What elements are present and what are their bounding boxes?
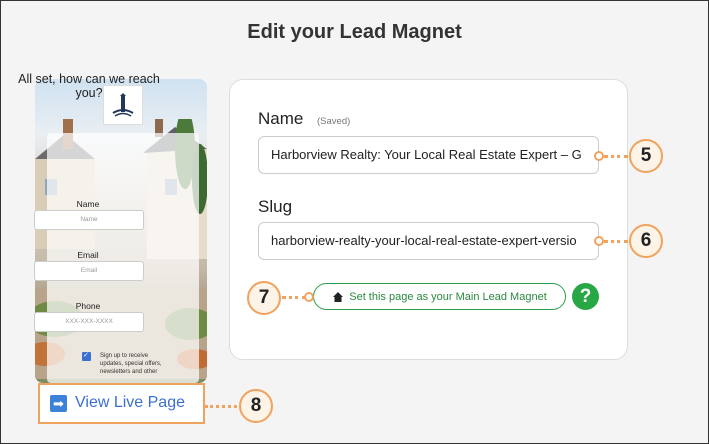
preview-headline: All set, how can we reach you? <box>18 72 160 100</box>
callout-7-anchor <box>304 292 314 302</box>
home-icon <box>333 291 344 302</box>
arrow-right-icon: ➡ <box>50 394 67 412</box>
preview-name-label: Name <box>76 199 100 209</box>
help-icon[interactable]: ? <box>572 283 599 310</box>
page-title: Edit your Lead Magnet <box>247 21 462 43</box>
callout-5-badge: 5 <box>629 139 663 173</box>
slug-label: Slug <box>258 197 293 216</box>
callout-5-connector <box>604 155 628 158</box>
callout-8-badge: 8 <box>239 389 273 423</box>
set-main-lead-magnet-button[interactable]: Set this page as your Main Lead Magnet <box>313 283 566 310</box>
preview-phone-label: Phone <box>75 301 101 311</box>
preview-email-label: Email <box>77 250 99 260</box>
set-main-lead-magnet-label: Set this page as your Main Lead Magnet <box>349 290 547 303</box>
callout-7-connector <box>282 296 306 299</box>
preview-email-input[interactable]: Email <box>34 261 144 281</box>
consent-checkbox[interactable] <box>82 351 91 361</box>
view-live-page-label: View Live Page <box>75 394 185 411</box>
callout-6-badge: 6 <box>629 224 663 258</box>
slug-input[interactable]: harborview-realty-your-local-real-estate… <box>258 222 599 260</box>
callout-5-anchor <box>594 151 604 161</box>
callout-7-badge: 7 <box>247 281 281 315</box>
view-live-page-highlight: ➡ View Live Page <box>38 383 205 424</box>
callout-6-anchor <box>594 236 604 246</box>
callout-8-connector <box>205 405 237 408</box>
lead-magnet-preview <box>35 79 207 383</box>
view-live-page-link[interactable]: ➡ View Live Page <box>50 394 185 412</box>
name-input[interactable]: Harborview Realty: Your Local Real Estat… <box>258 136 599 174</box>
consent-text: Sign up to receive updates, special offe… <box>100 353 162 375</box>
preview-name-input[interactable]: Name <box>34 210 144 230</box>
name-label: Name <box>258 109 304 128</box>
callout-6-connector <box>604 240 628 243</box>
preview-phone-input[interactable]: XXX-XXX-XXXX <box>34 312 144 332</box>
saved-status: (Saved) <box>317 116 351 127</box>
